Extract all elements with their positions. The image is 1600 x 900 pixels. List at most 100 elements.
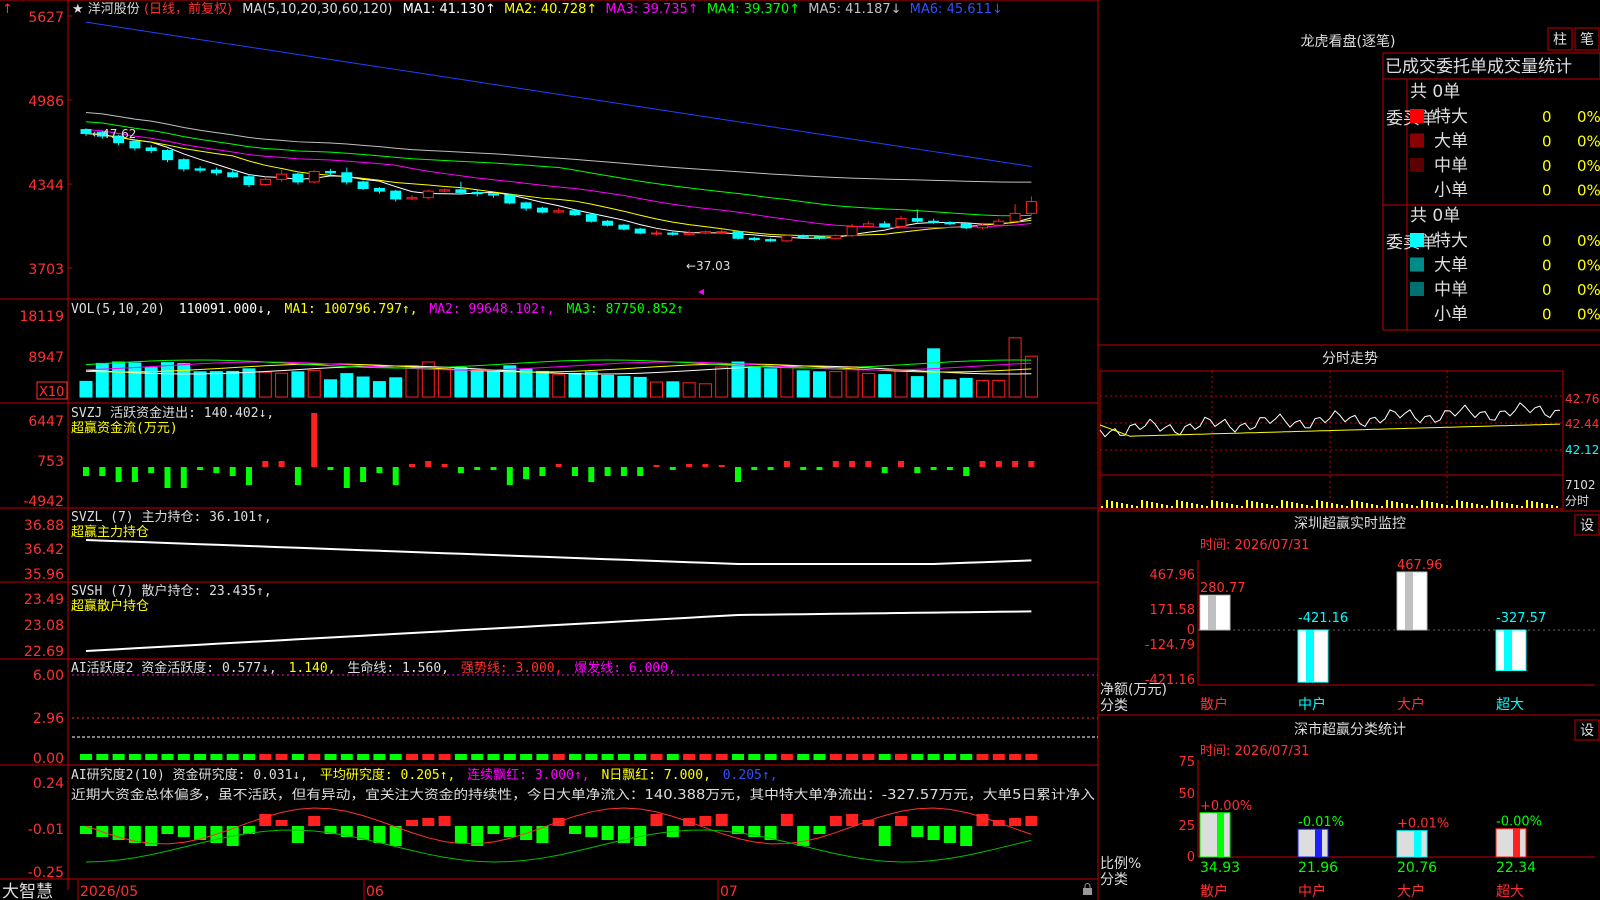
activity-bar <box>438 754 451 760</box>
intraday-volume-bar <box>1136 506 1138 508</box>
intraday-volume-bar <box>1111 501 1113 508</box>
intraday-volume-bar <box>1431 502 1433 508</box>
intraday-volume-bar <box>1281 500 1283 508</box>
svsh-label: SVSH (7) 散户持仓: 23.435↑, <box>71 583 272 599</box>
svsh-y-tick: 23.49 <box>24 592 64 608</box>
volume-bar <box>340 373 354 398</box>
intraday-volume-bar <box>1556 506 1558 508</box>
volume-bar <box>438 367 452 398</box>
flow-bar <box>881 467 888 473</box>
price-y-tick: 5627 <box>28 10 64 26</box>
svzl-y-tick: 36.88 <box>24 518 64 534</box>
activity-bar <box>683 754 696 760</box>
volume-bar <box>161 362 174 398</box>
candle-body <box>422 190 434 199</box>
sz-monitor-y-tick: -124.79 <box>1145 638 1195 653</box>
activity-bar <box>732 754 744 760</box>
flow-bar <box>914 467 921 473</box>
research-bar <box>780 814 793 826</box>
flow-bar <box>555 464 562 467</box>
activity-bar <box>177 754 190 760</box>
intraday-volume-bar <box>1116 502 1118 508</box>
volume-bar <box>976 380 989 398</box>
candle-body <box>390 190 402 200</box>
intraday-volume-bar <box>1306 505 1308 508</box>
menu-arrow-icon[interactable]: ↑ <box>2 2 13 17</box>
intraday-volume-bar <box>1276 506 1278 508</box>
sz-monitor-time: 时间: 2026/07/31 <box>1200 538 1309 553</box>
vol-ma1: MA1: 100796.797↑, <box>285 302 418 317</box>
vol-label: VOL(5,10,20) <box>71 302 165 317</box>
class-bar <box>1495 828 1527 858</box>
order-count: 0 <box>1542 133 1552 151</box>
research-bar <box>373 826 386 843</box>
activity-bar <box>520 754 533 760</box>
ai2-streak: 连续飘红: 3.000↑, <box>467 767 589 783</box>
candle-body <box>944 222 956 225</box>
order-percent: 0% <box>1577 232 1600 250</box>
intraday-volume-bar <box>1531 501 1533 508</box>
flow-bar <box>604 467 611 476</box>
volume-bar <box>209 371 223 398</box>
candle-body <box>129 140 141 149</box>
intraday-volume-bar <box>1291 502 1293 508</box>
activity-bar <box>585 754 598 760</box>
candle-body <box>145 147 157 152</box>
intraday-volume-bar <box>1161 504 1163 508</box>
flow-bar <box>180 467 187 488</box>
volume-bar <box>535 370 549 398</box>
vol-unit-label: X10 <box>39 385 64 400</box>
candle-body <box>194 168 206 171</box>
flow-bar <box>1028 461 1035 467</box>
flow-bar <box>294 467 301 485</box>
intraday-volume-bar <box>1141 500 1143 508</box>
flow-bar <box>360 467 367 482</box>
candle-body <box>765 239 777 242</box>
volume-bar <box>715 366 729 398</box>
intraday-volume-bar <box>1221 502 1223 508</box>
svzj-y-tick: -4942 <box>23 494 64 510</box>
activity-bar <box>715 754 728 760</box>
intraday-volume-bar <box>1371 504 1373 508</box>
legend-swatch <box>1410 257 1424 272</box>
intraday-volume-bar <box>1191 503 1193 508</box>
candle-body <box>243 176 255 186</box>
vol-header: VOL(5,10,20) 110091.000↓, MA1: 100796.79… <box>71 302 684 317</box>
candle-body <box>178 159 190 170</box>
monitor-bar-label: 280.77 <box>1200 581 1246 596</box>
class-delta-label: -0.01% <box>1298 815 1344 830</box>
activity-bar <box>650 754 663 760</box>
volume-bar <box>372 381 386 398</box>
volume-bar <box>454 367 468 398</box>
order-percent: 0% <box>1577 182 1600 200</box>
intraday-volume-bar <box>1356 501 1358 508</box>
candle-body <box>928 220 940 224</box>
volume-bar <box>275 372 289 398</box>
monitor-bar-shade <box>1504 630 1512 671</box>
flow-bar <box>620 467 627 476</box>
intraday-price-tick: 42.76 <box>1565 392 1599 406</box>
intraday-volume-bar <box>1536 502 1538 508</box>
monitor-category-label: 超大 <box>1496 697 1524 713</box>
order-size-label: 特大 <box>1434 107 1468 127</box>
order-count: 0 <box>1542 232 1552 250</box>
intraday-volume-bar <box>1516 505 1518 508</box>
flow-bar <box>474 467 481 470</box>
volume-bar <box>861 373 875 398</box>
intraday-volume-bar <box>1146 501 1148 508</box>
order-percent: 0% <box>1577 306 1600 324</box>
activity-bar <box>210 754 223 760</box>
period-mode: (日线，前复权) <box>144 1 232 17</box>
ai2-comment: 近期大资金总体偏多，虽不活跃，但有异动，宜关注大资金的持续性，今日大单净流入：1… <box>71 787 1095 803</box>
sz-class-settings-label: 设 <box>1580 723 1594 739</box>
activity-bar <box>617 754 630 760</box>
flow-bar <box>327 467 334 470</box>
x-axis-label: 07 <box>720 884 738 900</box>
ma6-value: MA6: 45.611↓ <box>910 2 1003 17</box>
activity-bar <box>259 754 272 760</box>
candle-body <box>80 129 92 134</box>
research-bar <box>569 826 581 834</box>
class-value-label: 22.34 <box>1496 860 1536 876</box>
flow-bar <box>669 467 676 470</box>
legend-swatch <box>1410 282 1424 296</box>
